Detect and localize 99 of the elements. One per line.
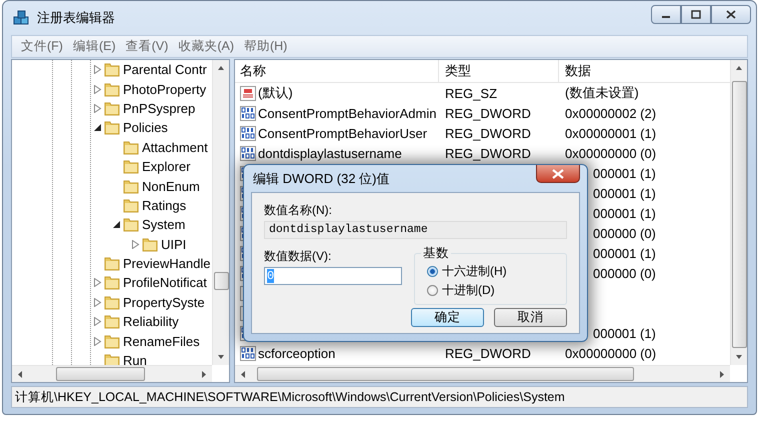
- tree-item[interactable]: PreviewHandle: [123, 256, 210, 272]
- menu-item[interactable]: 文件(F): [16, 38, 68, 55]
- vertical-scrollbar[interactable]: [730, 60, 747, 365]
- expanded-arrow-icon[interactable]: [92, 123, 102, 132]
- close-button[interactable]: [711, 5, 751, 24]
- tree-item[interactable]: PnPSysprep: [123, 100, 196, 116]
- value-data: 0x00000001 (1): [565, 126, 656, 140]
- radio-option[interactable]: 十六进制(H): [427, 262, 566, 281]
- dialog-title: 编辑 DWORD (32 位)值: [253, 170, 390, 188]
- horizontal-scrollbar[interactable]: [235, 365, 730, 382]
- tree-item[interactable]: System: [142, 217, 186, 232]
- collapsed-arrow-icon[interactable]: [92, 317, 102, 326]
- field-label: 数值数据(V):: [264, 248, 332, 265]
- value-name[interactable]: ConsentPromptBehaviorAdmin: [258, 106, 436, 120]
- folder-icon: [142, 236, 158, 252]
- tree-item[interactable]: NonEnum: [142, 178, 200, 194]
- tree-item[interactable]: UIPI: [161, 236, 186, 252]
- collapsed-arrow-icon[interactable]: [92, 336, 102, 346]
- close-button[interactable]: [536, 165, 580, 183]
- menu-item[interactable]: 编辑(E): [68, 38, 121, 55]
- folder-icon: [123, 140, 139, 155]
- folder-icon: [123, 217, 139, 232]
- value-type: REG_SZ: [445, 86, 498, 100]
- radio-option[interactable]: 十进制(D): [427, 281, 566, 300]
- value-data: 000001 (1): [593, 166, 656, 180]
- value-data: 000001 (1): [593, 206, 656, 220]
- minimize-button[interactable]: [651, 5, 681, 24]
- folder-icon: [104, 314, 120, 330]
- folder-icon: [104, 82, 120, 97]
- folder-icon: [123, 198, 139, 213]
- folder-icon: [104, 334, 120, 349]
- folder-icon: [104, 62, 120, 78]
- value-name[interactable]: dontdisplaylastusername: [258, 146, 402, 160]
- column-header[interactable]: 名称: [235, 60, 439, 82]
- cubes-icon: [13, 9, 31, 27]
- value-data: 0x00000002 (2): [565, 106, 656, 120]
- collapsed-arrow-icon[interactable]: [92, 298, 102, 307]
- tree-item[interactable]: PhotoProperty: [123, 82, 206, 97]
- folder-icon: [104, 353, 120, 365]
- folder-icon: [104, 275, 120, 290]
- value-name[interactable]: scforceoption: [258, 346, 336, 360]
- ok-button[interactable]: 确定: [411, 308, 484, 327]
- maximize-icon: [691, 10, 701, 19]
- tree-item[interactable]: PropertySyste: [123, 294, 205, 310]
- scroll-thumb[interactable]: [214, 272, 228, 290]
- tree-item[interactable]: Ratings: [142, 198, 186, 213]
- value-data: 000000 (0): [593, 226, 656, 240]
- cancel-button[interactable]: 取消: [494, 308, 567, 327]
- scroll-thumb[interactable]: [257, 367, 634, 381]
- tree-item[interactable]: Explorer: [142, 159, 190, 174]
- field-label: 数值名称(N):: [264, 202, 333, 219]
- value-type: REG_DWORD: [445, 106, 531, 120]
- vertical-scrollbar[interactable]: [212, 60, 229, 365]
- column-header[interactable]: 数据: [559, 60, 730, 82]
- horizontal-scrollbar[interactable]: [12, 365, 212, 382]
- maximize-button[interactable]: [681, 5, 711, 24]
- value-name[interactable]: ConsentPromptBehaviorUser: [258, 126, 428, 140]
- collapsed-arrow-icon[interactable]: [92, 104, 102, 113]
- value-data: (数值未设置): [565, 85, 639, 100]
- value-name-field[interactable]: dontdisplaylastusername: [264, 221, 567, 239]
- value-data: 000001 (1): [593, 186, 656, 200]
- key-path: 计算机\HKEY_LOCAL_MACHINE\SOFTWARE\Microsoft\Windows\CurrentVersion\Policies\System: [15, 388, 565, 406]
- collapsed-arrow-icon[interactable]: [92, 84, 102, 94]
- collapsed-arrow-icon[interactable]: [130, 240, 140, 249]
- menu-item[interactable]: 帮助(H): [238, 38, 292, 55]
- value-data: 0x00000000 (0): [565, 346, 656, 360]
- folder-icon: [104, 294, 120, 310]
- tree-item[interactable]: RenameFiles: [123, 334, 200, 349]
- collapsed-arrow-icon[interactable]: [92, 65, 102, 74]
- tree-item[interactable]: Run: [123, 353, 147, 365]
- close-icon: [552, 168, 564, 178]
- column-header[interactable]: 类型: [439, 60, 559, 82]
- folder-icon: [123, 159, 139, 174]
- scroll-thumb[interactable]: [56, 367, 145, 381]
- close-icon: [726, 10, 736, 19]
- tree-item[interactable]: Reliability: [123, 314, 179, 330]
- collapsed-arrow-icon[interactable]: [92, 278, 102, 288]
- value-name[interactable]: (默认): [258, 84, 293, 102]
- menu-item[interactable]: 查看(V): [120, 38, 174, 55]
- tree-item[interactable]: ProfileNotificat: [123, 275, 207, 290]
- tree-item[interactable]: Attachment: [142, 140, 208, 155]
- folder-icon: [104, 100, 120, 116]
- value-type: REG_DWORD: [445, 146, 531, 160]
- value-type: REG_DWORD: [445, 126, 531, 140]
- folder-icon: [123, 178, 139, 194]
- value-data: 000001 (1): [593, 326, 656, 340]
- tree-item[interactable]: Policies: [123, 120, 168, 136]
- expanded-arrow-icon[interactable]: [112, 220, 120, 230]
- scroll-thumb[interactable]: [732, 81, 746, 348]
- folder-icon: [104, 120, 120, 136]
- value-data: 000001 (1): [593, 246, 656, 260]
- window-title: 注册表编辑器: [37, 9, 115, 27]
- folder-icon: [104, 256, 120, 272]
- tree-item[interactable]: Parental Contr: [123, 62, 207, 78]
- menu-item[interactable]: 收藏夹(A): [173, 38, 239, 55]
- group-label: 基数: [421, 245, 451, 262]
- value-type: REG_DWORD: [445, 346, 531, 360]
- value-data: 0x00000000 (0): [565, 146, 656, 160]
- value-data: 000000 (0): [593, 266, 656, 280]
